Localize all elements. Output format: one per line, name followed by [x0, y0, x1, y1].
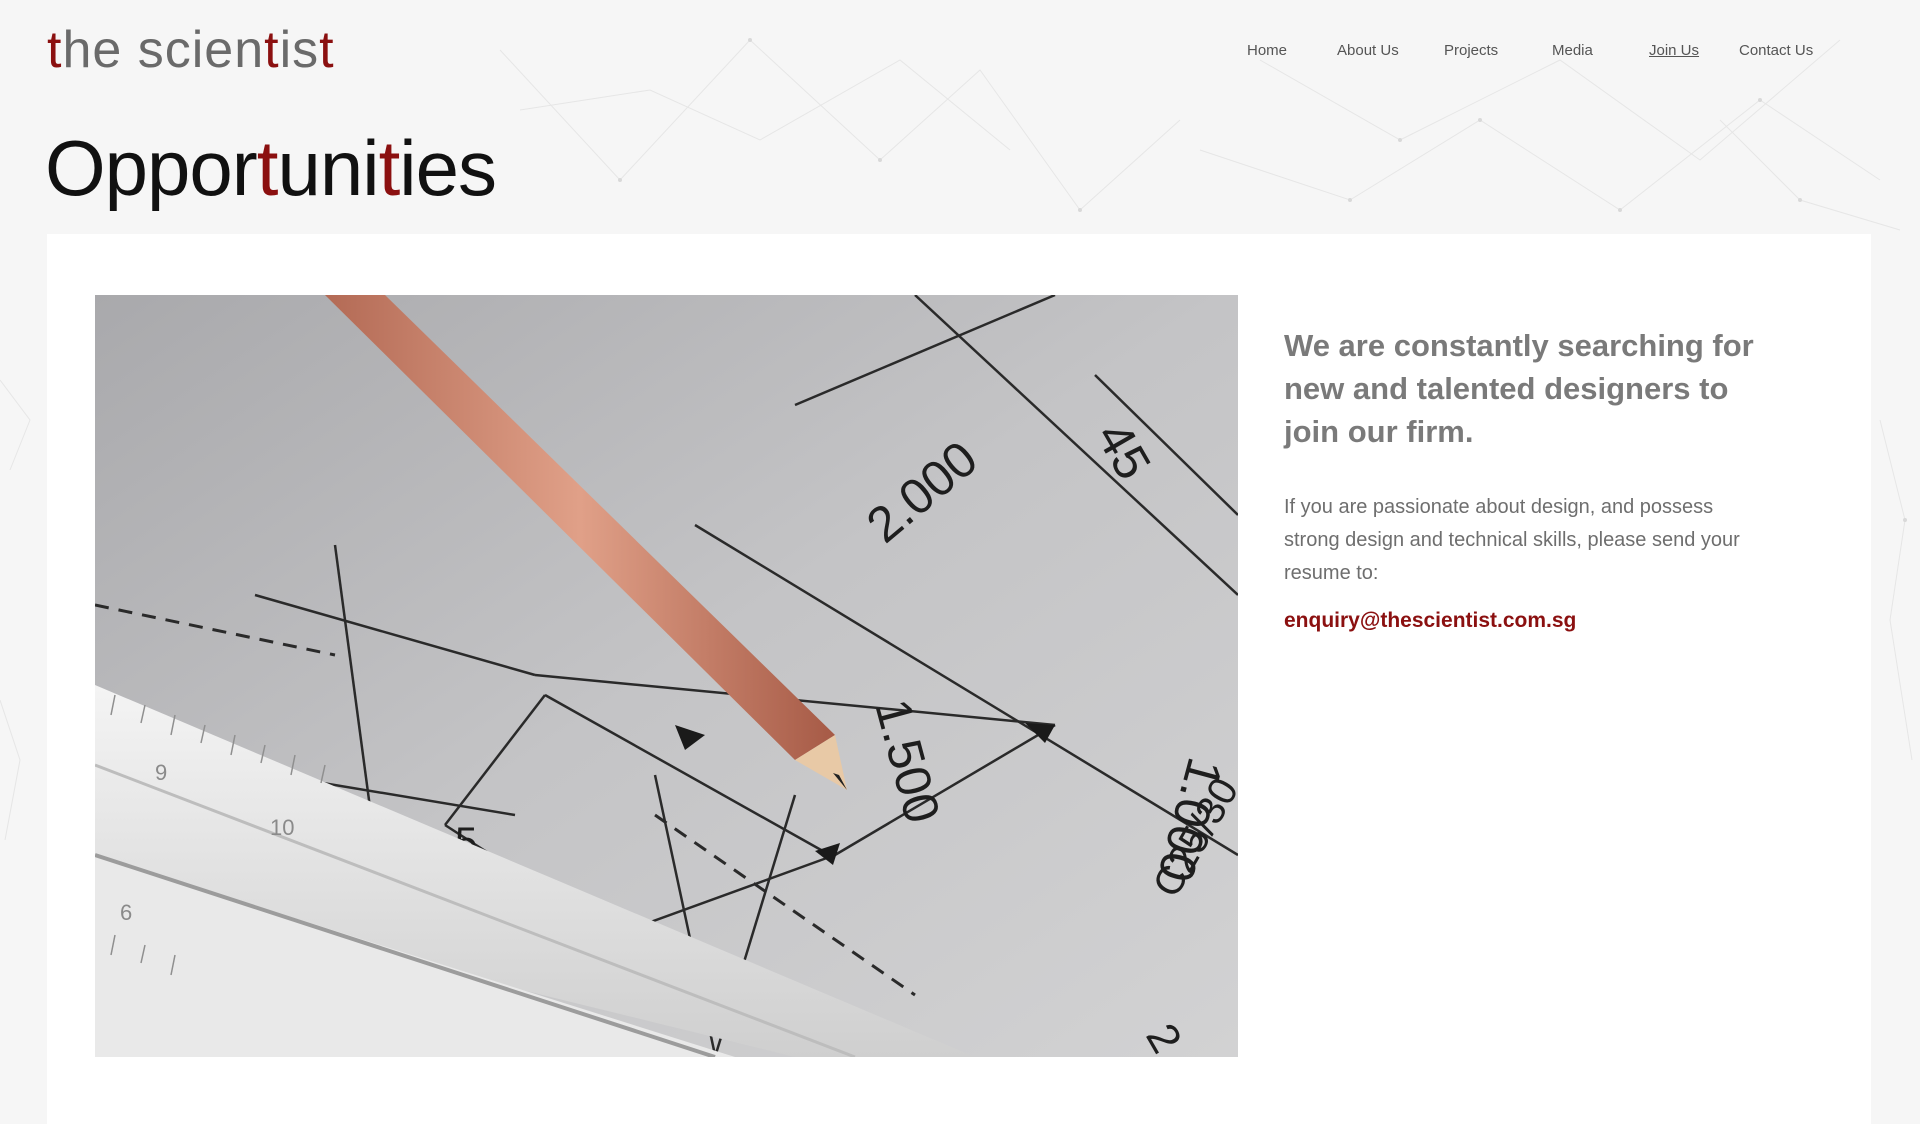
- email-link[interactable]: enquiry@thescientist.com.sg: [1284, 606, 1764, 636]
- recruiting-body: If you are passionate about design, and …: [1284, 496, 1740, 584]
- hero-image: 2.000 1.500 1.000 45 55 C25/30 5 2: [95, 295, 1238, 1057]
- main-nav: Home About Us Projects Media Join Us Con…: [1200, 40, 1840, 64]
- logo-letter-t-2: t: [264, 21, 280, 79]
- architectural-drawing-icon: 2.000 1.500 1.000 45 55 C25/30 5 2: [95, 295, 1238, 1057]
- recruiting-headline: We are constantly searching for new and …: [1284, 328, 1754, 449]
- nav-projects[interactable]: Projects: [1444, 40, 1498, 62]
- logo-letter-t-1: t: [47, 21, 63, 79]
- text-column: We are constantly searching for new and …: [1284, 324, 1764, 636]
- nav-join-us[interactable]: Join Us: [1649, 40, 1699, 62]
- nav-about-us[interactable]: About Us: [1337, 40, 1399, 62]
- content-card: 2.000 1.500 1.000 45 55 C25/30 5 2: [47, 234, 1871, 1124]
- site-logo[interactable]: the scientist: [47, 14, 335, 86]
- ruler-label-9: 9: [155, 760, 167, 785]
- title-part-ies: ies: [399, 124, 497, 212]
- title-accent-t-2: t: [378, 124, 401, 212]
- nav-home[interactable]: Home: [1247, 40, 1287, 62]
- ruler-label-10: 10: [270, 815, 294, 840]
- title-part-uni: uni: [277, 124, 379, 212]
- title-part-oppor: Oppor: [45, 124, 258, 212]
- page: the scientist Home About Us Projects Med…: [0, 0, 1920, 1124]
- nav-media[interactable]: Media: [1552, 40, 1593, 62]
- logo-text-he-scien: he scien: [62, 21, 265, 79]
- title-accent-t-1: t: [256, 124, 279, 212]
- logo-text-is: is: [279, 21, 320, 79]
- ruler-label-6: 6: [120, 900, 132, 925]
- logo-letter-t-3: t: [319, 21, 335, 79]
- nav-contact-us[interactable]: Contact Us: [1739, 40, 1813, 62]
- page-title: Opportunities: [45, 118, 497, 218]
